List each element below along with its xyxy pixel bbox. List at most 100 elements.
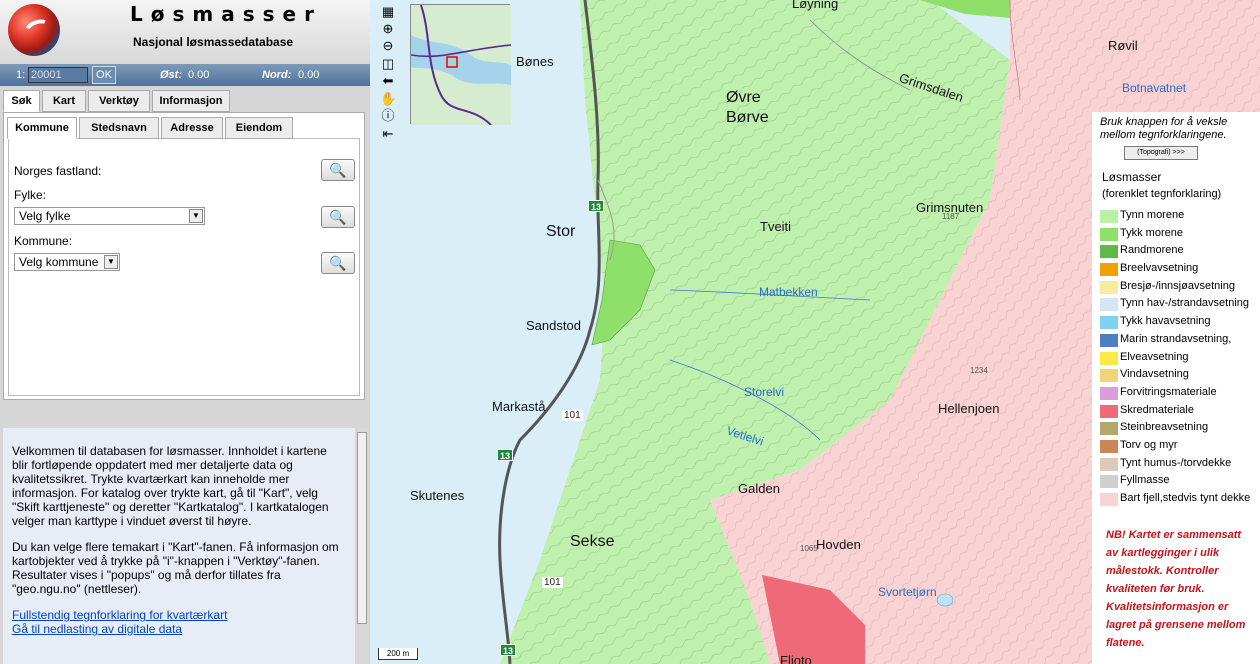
tab-stedsnavn[interactable]: Stedsnavn xyxy=(79,117,159,139)
overview-map[interactable] xyxy=(410,4,511,125)
east-label: Øst: xyxy=(160,69,182,81)
zoom-in-icon: 🔍 xyxy=(329,209,347,225)
road-label-101: 101 xyxy=(562,410,583,421)
place-markasta: Markastå xyxy=(492,399,546,414)
zoom-out-icon[interactable]: ⊖ xyxy=(380,38,396,54)
tab-adresse[interactable]: Adresse xyxy=(161,117,223,139)
app-subtitle: Nasjonal løsmassedatabase xyxy=(133,35,294,49)
legend-hint: Bruk knappen for å veksle mellom tegnfor… xyxy=(1100,116,1228,141)
zoom-in-icon: 🔍 xyxy=(329,255,347,271)
municipality-label: Kommune: xyxy=(14,234,73,248)
legend-toggle-button[interactable]: (Topografi) >>> xyxy=(1124,146,1198,160)
north-value: 0.00 xyxy=(298,69,320,81)
place-fljoto: Fljoto xyxy=(780,653,812,664)
county-label: Fylke: xyxy=(14,188,47,202)
place-ovre: Øvre xyxy=(726,89,761,106)
place-galden: Galden xyxy=(738,481,780,496)
place-loyning: Løyning xyxy=(792,0,839,11)
route-shield-13: 13 xyxy=(497,449,513,461)
legend-swatch xyxy=(1100,263,1118,277)
back-arrow-icon[interactable]: ⬅ xyxy=(380,73,396,89)
left-panel: Løsmasser Nasjonal løsmassedatabase 1: O… xyxy=(0,0,370,664)
legend-swatch xyxy=(1100,404,1118,418)
tab-eiendom[interactable]: Eiendom xyxy=(225,117,293,139)
place-sandstod: Sandstod xyxy=(526,318,581,333)
municipality-select[interactable]: Velg kommune ▼ xyxy=(14,253,120,271)
header: Løsmasser Nasjonal løsmassedatabase xyxy=(0,0,370,64)
route-shield-13: 13 xyxy=(500,644,516,656)
place-rovil: Røvil xyxy=(1108,38,1138,53)
place-sekse: Sekse xyxy=(570,533,615,550)
chevron-down-icon: ▼ xyxy=(104,255,118,269)
app-root: Løsmasser Nasjonal løsmassedatabase 1: O… xyxy=(0,0,1260,664)
legend-swatch xyxy=(1100,422,1118,436)
search-panel: Norges fastland: 🔍 Fylke: Velg fylke ▼ 🔍… xyxy=(3,112,365,400)
full-extent-icon[interactable]: ▦ xyxy=(380,4,396,20)
pan-hand-icon[interactable]: ✋ xyxy=(380,91,396,107)
download-link[interactable]: Gå til nedlasting av digitale data xyxy=(12,622,355,636)
road-label-101: 101 xyxy=(542,577,563,588)
collapse-panel-icon[interactable]: ⇤ xyxy=(380,126,396,142)
tab-kommune[interactable]: Kommune xyxy=(7,117,77,139)
legend-link[interactable]: Fullstendig tegnforklaring for kvartærka… xyxy=(12,608,355,622)
legend-title: Løsmasser xyxy=(1102,170,1162,184)
info-icon[interactable]: ⓘ xyxy=(380,108,396,124)
legend-swatch xyxy=(1100,280,1118,294)
legend-swatch xyxy=(1100,333,1118,347)
elevation-label: 1234 xyxy=(970,366,988,375)
zoom-in-icon[interactable]: ⊕ xyxy=(380,21,396,37)
municipality-select-value: Velg kommune xyxy=(19,255,99,269)
legend-panel: Bruk knappen for å veksle mellom tegnfor… xyxy=(1092,112,1260,664)
place-stor: Stor xyxy=(546,223,576,240)
info-scrollbar[interactable] xyxy=(356,428,368,664)
place-hellenjoen: Hellenjoen xyxy=(938,401,1000,416)
legend-swatch xyxy=(1100,475,1118,489)
info-paragraph-1: Velkommen til databasen for løsmasser. I… xyxy=(12,444,329,528)
water-matbekken: Matbekken xyxy=(759,285,818,299)
search-form: Norges fastland: 🔍 Fylke: Velg fylke ▼ 🔍… xyxy=(8,138,360,396)
zoom-municipality-button[interactable]: 🔍 xyxy=(321,252,355,274)
legend-swatch xyxy=(1100,245,1118,259)
legend-subtitle: (forenklet tegnforklaring) xyxy=(1102,188,1222,200)
legend-swatch xyxy=(1100,298,1118,312)
info-paragraph-2: Du kan velge flere temakart i "Kart"-fan… xyxy=(12,540,339,596)
legend-swatch xyxy=(1100,386,1118,400)
legend-swatch xyxy=(1100,316,1118,330)
legend-swatch xyxy=(1100,439,1118,453)
county-select-value: Velg fylke xyxy=(19,209,71,223)
place-bones: Bønes xyxy=(516,54,554,69)
water-storelvi: Storelvi xyxy=(744,385,785,399)
scale-bar: 200 m xyxy=(378,648,418,660)
zoom-in-icon: 🔍 xyxy=(329,162,347,178)
legend-swatch xyxy=(1100,227,1118,241)
place-tveiti: Tveiti xyxy=(760,219,792,234)
tab-verktoy[interactable]: Verktøy xyxy=(88,90,150,112)
place-skutenes: Skutenes xyxy=(410,488,465,503)
chevron-down-icon: ▼ xyxy=(189,209,203,223)
coordinate-bar: 1: OK Øst: 0.00 Nord: 0.00 xyxy=(0,64,370,86)
scale-input[interactable] xyxy=(28,67,88,83)
tab-sok[interactable]: Søk xyxy=(3,90,40,112)
north-label: Nord: xyxy=(262,69,292,81)
ngu-logo xyxy=(8,4,60,56)
quality-notice: NB! Kartet er sammensatt av kartlegginge… xyxy=(1106,529,1246,649)
county-select[interactable]: Velg fylke ▼ xyxy=(14,207,205,225)
tab-informasjon[interactable]: Informasjon xyxy=(152,90,230,112)
place-borve: Børve xyxy=(726,109,769,126)
route-shield-13: 13 xyxy=(588,200,604,212)
scrollbar-thumb[interactable] xyxy=(357,432,367,624)
legend-swatch xyxy=(1100,369,1118,383)
scale-ok-button[interactable]: OK xyxy=(92,66,116,84)
place-hovden: Hovden xyxy=(816,537,861,552)
tab-kart[interactable]: Kart xyxy=(42,90,86,112)
mainland-label: Norges fastland: xyxy=(14,164,102,178)
zoom-county-button[interactable]: 🔍 xyxy=(321,206,355,228)
scale-prefix: 1: xyxy=(16,69,26,81)
legend-swatch xyxy=(1100,351,1118,365)
elevation-label: 1187 xyxy=(942,212,960,221)
elevation-label: 1065 xyxy=(800,544,818,553)
zoom-mainland-button[interactable]: 🔍 xyxy=(321,159,355,181)
zoom-box-icon[interactable]: ◫ xyxy=(380,56,396,72)
water-botnavatnet: Botnavatnet xyxy=(1122,81,1187,95)
water-svortetjorn: Svortetjørn xyxy=(878,585,937,599)
